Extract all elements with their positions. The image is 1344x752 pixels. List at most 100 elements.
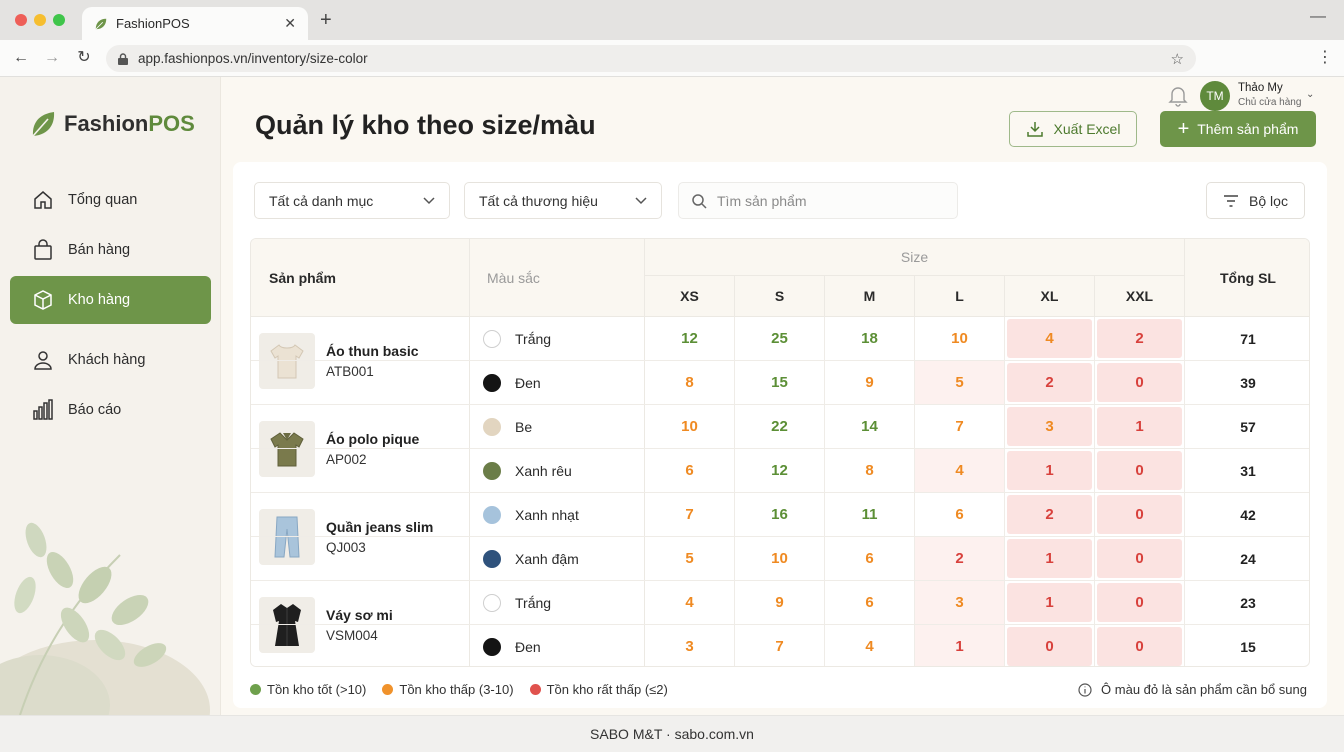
legend-item-critical: Tồn kho rất thấp (≤2) bbox=[529, 682, 668, 697]
stock-cell[interactable]: 10 bbox=[645, 405, 735, 448]
stock-cell[interactable]: 1 bbox=[1095, 405, 1185, 448]
stock-cell[interactable]: 1 bbox=[915, 625, 1005, 666]
stock-cell[interactable]: 7 bbox=[915, 405, 1005, 448]
stock-cell[interactable]: 7 bbox=[735, 625, 825, 666]
stock-cell[interactable]: 18 bbox=[825, 317, 915, 360]
tab-list-icon[interactable]: — bbox=[1310, 8, 1326, 26]
search-box[interactable] bbox=[678, 182, 958, 219]
stock-cell[interactable]: 12 bbox=[735, 449, 825, 492]
window-minimize-button[interactable] bbox=[34, 14, 46, 26]
column-header-color: Màu sắc bbox=[470, 239, 645, 317]
stock-cell[interactable]: 6 bbox=[915, 493, 1005, 536]
filter-icon bbox=[1224, 194, 1239, 207]
window-maximize-button[interactable] bbox=[53, 14, 65, 26]
stock-cell[interactable]: 0 bbox=[1095, 537, 1185, 580]
stock-cell[interactable]: 22 bbox=[735, 405, 825, 448]
category-select[interactable]: Tất cả danh mục bbox=[254, 182, 450, 219]
stock-cell[interactable]: 10 bbox=[735, 537, 825, 580]
sidebar-item-label: Tổng quan bbox=[68, 192, 138, 208]
stock-cell[interactable]: 5 bbox=[915, 361, 1005, 404]
notification-bell-icon[interactable] bbox=[1168, 85, 1188, 107]
sidebar-item-sales[interactable]: Bán hàng bbox=[10, 226, 211, 274]
stock-value: 4 bbox=[865, 638, 874, 655]
stock-cell[interactable]: 4 bbox=[1005, 317, 1095, 360]
home-icon bbox=[34, 191, 52, 209]
forward-icon[interactable]: → bbox=[43, 49, 61, 67]
stock-cell[interactable]: 11 bbox=[825, 493, 915, 536]
filter-button[interactable]: Bộ lọc bbox=[1206, 182, 1305, 219]
search-input[interactable] bbox=[717, 192, 937, 209]
stock-cell[interactable]: 1 bbox=[1005, 449, 1095, 492]
stock-value: 7 bbox=[685, 506, 694, 523]
stock-cell[interactable]: 2 bbox=[915, 537, 1005, 580]
stock-cell[interactable]: 2 bbox=[1005, 493, 1095, 536]
stock-value: 4 bbox=[955, 462, 964, 479]
stock-cell[interactable]: 0 bbox=[1095, 625, 1185, 666]
user-name[interactable]: Thảo My bbox=[1238, 82, 1283, 94]
stock-cell[interactable]: 4 bbox=[915, 449, 1005, 492]
stock-value: 5 bbox=[685, 550, 694, 567]
stock-cell[interactable]: 10 bbox=[915, 317, 1005, 360]
export-excel-button[interactable]: Xuất Excel bbox=[1009, 111, 1137, 147]
stock-cell[interactable]: 12 bbox=[645, 317, 735, 360]
color-swatch bbox=[483, 417, 501, 436]
stock-cell[interactable]: 6 bbox=[825, 581, 915, 624]
stock-cell[interactable]: 1 bbox=[1005, 581, 1095, 624]
sidebar-item-overview[interactable]: Tổng quan bbox=[10, 176, 211, 224]
stock-value: 14 bbox=[861, 418, 878, 435]
avatar[interactable]: TM bbox=[1200, 81, 1230, 111]
stock-value: 6 bbox=[865, 594, 874, 611]
stock-cell[interactable]: 0 bbox=[1005, 625, 1095, 666]
stock-cell[interactable]: 0 bbox=[1095, 361, 1185, 404]
stock-value: 8 bbox=[865, 462, 874, 479]
stock-cell[interactable]: 4 bbox=[825, 625, 915, 666]
sidebar-item-customers[interactable]: Khách hàng bbox=[10, 336, 211, 384]
add-product-button[interactable]: + Thêm sản phẩm bbox=[1160, 111, 1316, 147]
stock-cell[interactable]: 5 bbox=[645, 537, 735, 580]
stock-cell[interactable]: 8 bbox=[645, 361, 735, 404]
page-title: Quản lý kho theo size/màu bbox=[255, 110, 596, 140]
stock-cell[interactable]: 2 bbox=[1005, 361, 1095, 404]
browser-menu-icon[interactable]: ⋮ bbox=[1316, 49, 1334, 67]
stock-cell[interactable]: 14 bbox=[825, 405, 915, 448]
brand-logo[interactable]: Fashion POS bbox=[30, 110, 195, 138]
stock-cell[interactable]: 6 bbox=[825, 537, 915, 580]
stock-cell[interactable]: 0 bbox=[1095, 581, 1185, 624]
column-header-size: XL bbox=[1005, 276, 1095, 317]
stock-cell[interactable]: 0 bbox=[1095, 493, 1185, 536]
new-tab-icon[interactable]: + bbox=[320, 10, 332, 30]
address-bar[interactable]: app.fashionpos.vn/inventory/size-color ☆ bbox=[106, 45, 1196, 72]
window-close-button[interactable] bbox=[15, 14, 27, 26]
stock-cell[interactable]: 3 bbox=[915, 581, 1005, 624]
stock-cell[interactable]: 15 bbox=[735, 361, 825, 404]
back-icon[interactable]: ← bbox=[12, 49, 30, 67]
stock-value: 0 bbox=[1135, 638, 1144, 655]
stock-cell[interactable]: 25 bbox=[735, 317, 825, 360]
stock-cell[interactable]: 9 bbox=[825, 361, 915, 404]
bookmark-star-icon[interactable]: ☆ bbox=[1171, 50, 1184, 68]
color-cell: Đen bbox=[470, 361, 645, 404]
sidebar-item-label: Bán hàng bbox=[68, 242, 131, 258]
table-row: Xanh nhạt 7 16 11 6 2 0 42 bbox=[251, 493, 1309, 537]
reload-icon[interactable]: ↻ bbox=[75, 49, 93, 67]
browser-tab[interactable]: FashionPOS ✕ bbox=[82, 7, 308, 40]
stock-cell[interactable]: 3 bbox=[1005, 405, 1095, 448]
stock-cell[interactable]: 3 bbox=[645, 625, 735, 666]
stock-cell[interactable]: 7 bbox=[645, 493, 735, 536]
stock-cell[interactable]: 8 bbox=[825, 449, 915, 492]
sidebar-item-reports[interactable]: Báo cáo bbox=[10, 386, 211, 434]
stock-cell[interactable]: 6 bbox=[645, 449, 735, 492]
chevron-down-icon[interactable]: ⌄ bbox=[1306, 89, 1314, 100]
tab-close-icon[interactable]: ✕ bbox=[284, 15, 296, 32]
brand-select[interactable]: Tất cả thương hiệu bbox=[464, 182, 662, 219]
stock-cell[interactable]: 9 bbox=[735, 581, 825, 624]
stock-cell[interactable]: 16 bbox=[735, 493, 825, 536]
stock-legend: Tồn kho tốt (>10) Tồn kho thấp (3-10) Tồ… bbox=[250, 682, 684, 697]
stock-cell[interactable]: 2 bbox=[1095, 317, 1185, 360]
stock-value: 10 bbox=[951, 330, 968, 347]
stock-cell[interactable]: 4 bbox=[645, 581, 735, 624]
stock-cell[interactable]: 0 bbox=[1095, 449, 1185, 492]
stock-value: 4 bbox=[685, 594, 694, 611]
sidebar-item-inventory[interactable]: Kho hàng bbox=[10, 276, 211, 324]
stock-cell[interactable]: 1 bbox=[1005, 537, 1095, 580]
